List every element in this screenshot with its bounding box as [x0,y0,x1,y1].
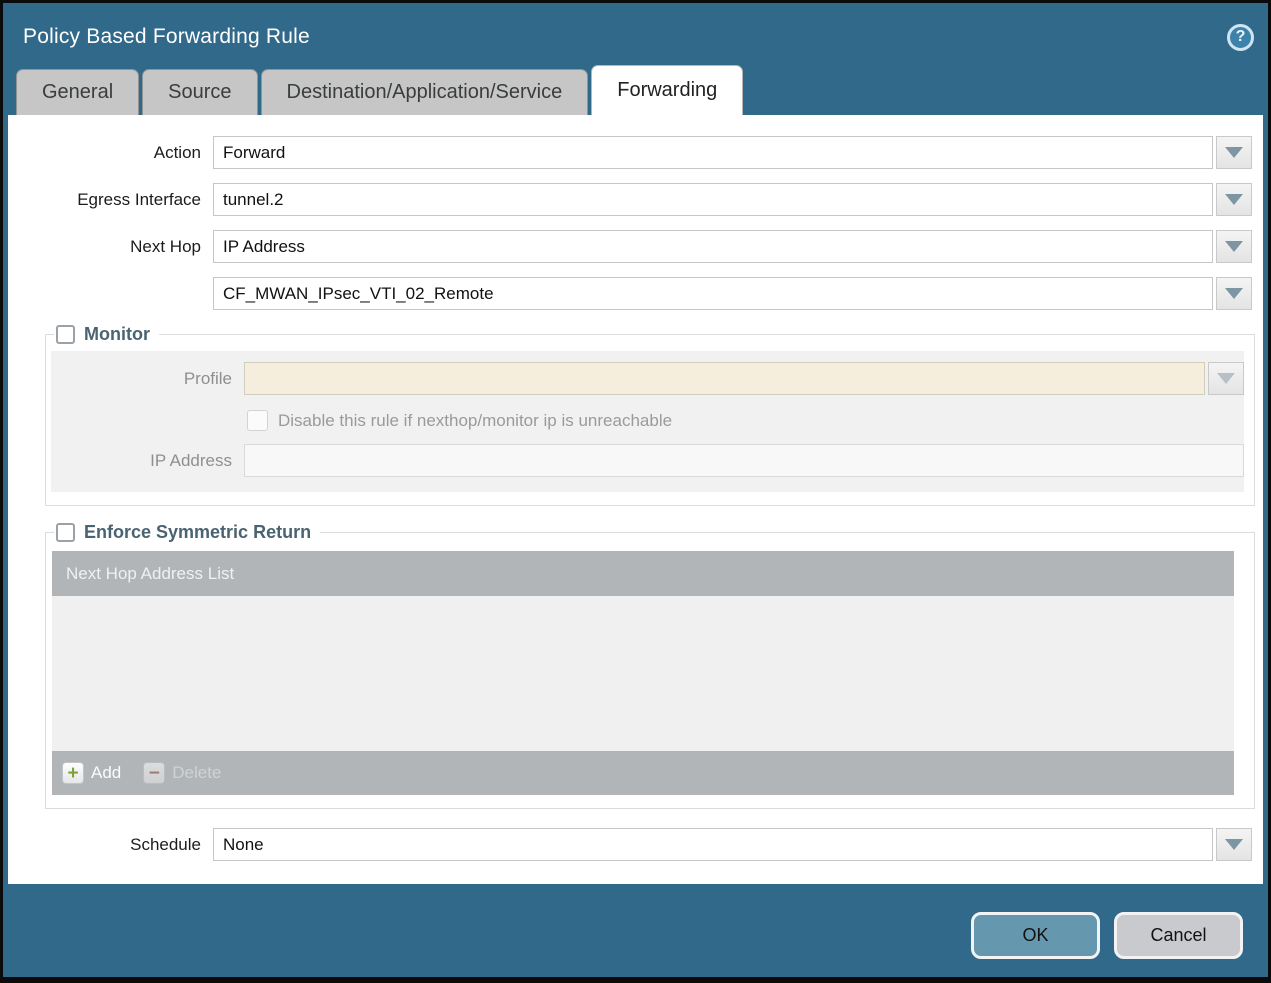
tab-source[interactable]: Source [142,69,257,115]
disable-rule-label: Disable this rule if nexthop/monitor ip … [278,411,672,431]
profile-dropdown-button [1208,362,1244,395]
profile-row: Profile [51,362,1244,395]
next-hop-row: Next Hop IP Address [18,230,1255,263]
help-icon[interactable]: ? [1227,24,1254,51]
dialog-title: Policy Based Forwarding Rule [23,25,1227,49]
add-button-label: Add [91,763,121,783]
next-hop-address-row: CF_MWAN_IPsec_VTI_02_Remote [18,277,1255,310]
action-value[interactable]: Forward [213,136,1213,169]
monitor-ip-address-label: IP Address [51,451,244,471]
minus-icon: − [143,762,165,784]
monitor-checkbox[interactable] [56,325,75,344]
schedule-dropdown[interactable]: None [213,828,1252,861]
cancel-button[interactable]: Cancel [1114,912,1243,959]
dialog-titlebar: Policy Based Forwarding Rule ? [3,3,1268,65]
enforce-symmetric-return-group: Enforce Symmetric Return Next Hop Addres… [45,522,1255,809]
delete-button-label: Delete [172,763,221,783]
disable-rule-checkbox [247,410,268,431]
delete-button: − Delete [143,762,221,784]
ok-button[interactable]: OK [971,912,1100,959]
chevron-down-icon [1225,241,1243,252]
egress-interface-dropdown[interactable]: tunnel.2 [213,183,1252,216]
next-hop-address-dropdown-button[interactable] [1216,277,1252,310]
tab-bar: General Source Destination/Application/S… [3,65,1268,115]
action-row: Action Forward [18,136,1255,169]
enforce-symmetric-return-checkbox[interactable] [56,523,75,542]
egress-interface-row: Egress Interface tunnel.2 [18,183,1255,216]
action-label: Action [18,143,213,163]
monitor-legend-label: Monitor [84,324,150,345]
next-hop-address-list-body[interactable] [52,596,1234,751]
schedule-label: Schedule [18,835,213,855]
chevron-down-icon [1217,373,1235,384]
monitor-panel: Profile Disable this rule if nexthop/mon… [51,351,1244,492]
schedule-value[interactable]: None [213,828,1213,861]
action-dropdown-button[interactable] [1216,136,1252,169]
chevron-down-icon [1225,288,1243,299]
forwarding-tab-panel: Action Forward Egress Interface tunnel.2… [8,115,1263,884]
chevron-down-icon [1225,194,1243,205]
tab-destination-application-service[interactable]: Destination/Application/Service [261,69,589,115]
egress-interface-value[interactable]: tunnel.2 [213,183,1213,216]
disable-rule-row: Disable this rule if nexthop/monitor ip … [247,410,1244,431]
profile-label: Profile [51,369,244,389]
monitor-ip-address-row: IP Address [51,444,1244,477]
add-button[interactable]: + Add [62,762,121,784]
next-hop-type-value[interactable]: IP Address [213,230,1213,263]
enforce-symmetric-return-legend: Enforce Symmetric Return [54,522,320,543]
monitor-group: Monitor Profile Disable this rule if nex… [45,324,1255,506]
profile-value [244,362,1205,395]
plus-icon: + [62,762,84,784]
tab-general[interactable]: General [16,69,139,115]
next-hop-type-dropdown-button[interactable] [1216,230,1252,263]
egress-interface-label: Egress Interface [18,190,213,210]
chevron-down-icon [1225,147,1243,158]
next-hop-address-value[interactable]: CF_MWAN_IPsec_VTI_02_Remote [213,277,1213,310]
action-dropdown[interactable]: Forward [213,136,1252,169]
next-hop-address-list-toolbar: + Add − Delete [52,751,1234,795]
profile-dropdown [244,362,1244,395]
chevron-down-icon [1225,839,1243,850]
next-hop-type-dropdown[interactable]: IP Address [213,230,1252,263]
next-hop-address-list-header: Next Hop Address List [52,551,1234,596]
egress-interface-dropdown-button[interactable] [1216,183,1252,216]
schedule-row: Schedule None [18,828,1255,861]
schedule-dropdown-button[interactable] [1216,828,1252,861]
pbf-rule-dialog: Policy Based Forwarding Rule ? General S… [0,0,1271,983]
tab-forwarding[interactable]: Forwarding [591,65,743,115]
next-hop-label: Next Hop [18,237,213,257]
dialog-footer: OK Cancel [3,884,1268,980]
enforce-symmetric-return-legend-label: Enforce Symmetric Return [84,522,311,543]
next-hop-address-dropdown[interactable]: CF_MWAN_IPsec_VTI_02_Remote [213,277,1252,310]
next-hop-address-list-table: Next Hop Address List + Add − Delete [52,551,1234,795]
monitor-legend: Monitor [54,324,159,345]
monitor-ip-address-input [244,444,1244,477]
